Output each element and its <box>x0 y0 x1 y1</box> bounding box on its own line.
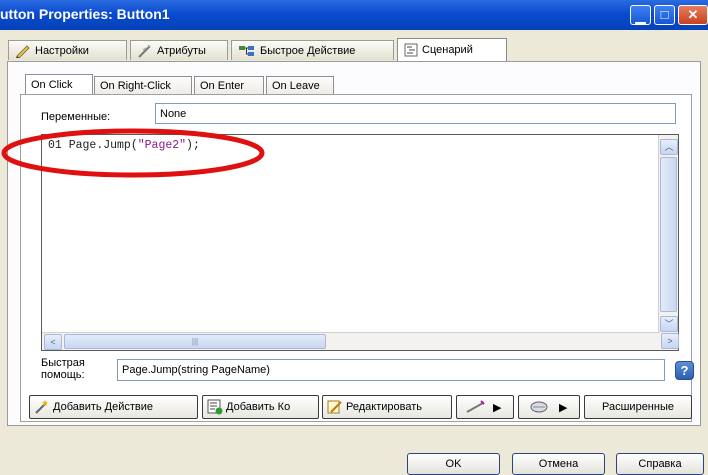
wand-dropdown-button[interactable]: ▶ <box>456 395 514 419</box>
eraser-dropdown-button[interactable]: ▶ <box>518 395 580 419</box>
quick-help-value: Page.Jump(string PageName) <box>122 364 270 376</box>
code-line: 01 Page.Jump("Page2"); <box>48 139 200 152</box>
title-bar[interactable]: utton Properties: Button1 ▁ □ ✕ <box>0 0 708 30</box>
scroll-up-button[interactable]: ︿ <box>660 139 678 155</box>
advanced-label: Расширенные <box>602 401 674 413</box>
subtab-label: On Right-Click <box>100 80 171 92</box>
edit-label: Редактировать <box>346 401 422 413</box>
edit-icon <box>327 400 342 414</box>
tab-quick-action[interactable]: Быстрое Действие <box>231 40 394 60</box>
subtab-label: On Enter <box>200 80 245 92</box>
quick-help-label-line2: помощь: <box>41 369 85 381</box>
dropdown-arrow-icon: ▶ <box>493 401 502 414</box>
advanced-button[interactable]: Расширенные <box>584 395 692 419</box>
maximize-button[interactable]: □ <box>654 5 675 25</box>
cancel-button[interactable]: Отмена <box>512 453 605 475</box>
scroll-down-button[interactable]: ﹀ <box>660 316 678 332</box>
code-prefix: Page.Jump( <box>61 139 138 152</box>
add-action-label: Добавить Действие <box>53 401 154 413</box>
code-suffix: ); <box>186 139 200 152</box>
scroll-right-button[interactable]: > <box>661 333 679 349</box>
variables-field[interactable]: None <box>155 103 676 124</box>
variables-value: None <box>160 107 187 120</box>
chevron-right-icon: > <box>667 336 673 346</box>
quick-help-label-line1: Быстрая <box>41 357 85 369</box>
line-number: 01 <box>48 139 62 152</box>
wand-icon <box>138 43 151 58</box>
minimize-icon: ▁ <box>635 9 646 24</box>
ok-label: OK <box>445 458 462 470</box>
help-icon: ? <box>680 363 689 378</box>
wand-add-icon <box>35 400 48 414</box>
tab-label: Настройки <box>35 44 89 57</box>
tab-on-click[interactable]: On Click <box>25 74 93 95</box>
flowchart-icon <box>239 45 254 56</box>
tab-label: Сценарий <box>422 44 473 56</box>
vertical-scroll-thumb[interactable] <box>660 157 677 312</box>
ok-button[interactable]: OK <box>407 453 500 475</box>
help-footer-label: Справка <box>638 458 682 470</box>
tab-on-right-click[interactable]: On Right-Click <box>94 76 192 95</box>
horizontal-scroll-thumb[interactable]: ||| <box>64 334 326 349</box>
tab-attributes[interactable]: Атрибуты <box>130 40 228 60</box>
chevron-down-icon: ﹀ <box>664 319 674 329</box>
script-icon <box>404 43 418 57</box>
pencil-icon <box>16 44 30 58</box>
add-action-button[interactable]: Добавить Действие <box>29 395 198 419</box>
tab-script[interactable]: Сценарий <box>397 38 507 61</box>
add-code-button[interactable]: Добавить Ко <box>202 395 319 419</box>
variables-label: Переменные: <box>41 111 111 123</box>
tab-on-leave[interactable]: On Leave <box>266 76 334 95</box>
eraser-icon <box>530 401 548 413</box>
code-string: "Page2" <box>137 139 187 152</box>
tab-label: Быстрое Действие <box>260 44 356 57</box>
add-code-label: Добавить Ко <box>226 401 291 413</box>
tab-on-enter[interactable]: On Enter <box>194 76 264 95</box>
grip-icon: ||| <box>191 337 199 346</box>
close-button[interactable]: ✕ <box>678 5 708 25</box>
subtab-label: On Click <box>31 79 73 91</box>
window-title: utton Properties: Button1 <box>0 6 170 22</box>
wand-icon <box>466 400 485 413</box>
tab-settings[interactable]: Настройки <box>8 40 127 60</box>
code-add-icon <box>207 399 223 415</box>
horizontal-scrollbar[interactable]: < ||| <box>42 332 660 350</box>
subtab-label: On Leave <box>272 80 320 92</box>
minimize-button[interactable]: ▁ <box>630 5 651 25</box>
maximize-icon: □ <box>660 7 669 22</box>
chevron-left-icon: < <box>50 337 56 347</box>
quick-help-label: Быстрая помощь: <box>41 357 85 381</box>
edit-button[interactable]: Редактировать <box>322 395 452 419</box>
scroll-left-button[interactable]: < <box>44 334 62 350</box>
help-footer-button[interactable]: Справка <box>616 453 704 475</box>
quick-help-field[interactable]: Page.Jump(string PageName) <box>117 359 665 381</box>
dropdown-arrow-icon: ▶ <box>559 401 568 414</box>
tab-label: Атрибуты <box>157 44 206 57</box>
close-icon: ✕ <box>687 7 699 22</box>
help-button[interactable]: ? <box>675 361 694 380</box>
vertical-scrollbar[interactable]: ︿ ﹀ <box>658 135 678 350</box>
cancel-label: Отмена <box>538 458 579 470</box>
chevron-up-icon: ︿ <box>664 142 674 152</box>
script-editor[interactable]: 01 Page.Jump("Page2"); ︿ ﹀ < ||| > <box>41 134 679 351</box>
main-tab-bar: Настройки Атрибуты Быстрое Действие Сцен… <box>0 38 708 62</box>
